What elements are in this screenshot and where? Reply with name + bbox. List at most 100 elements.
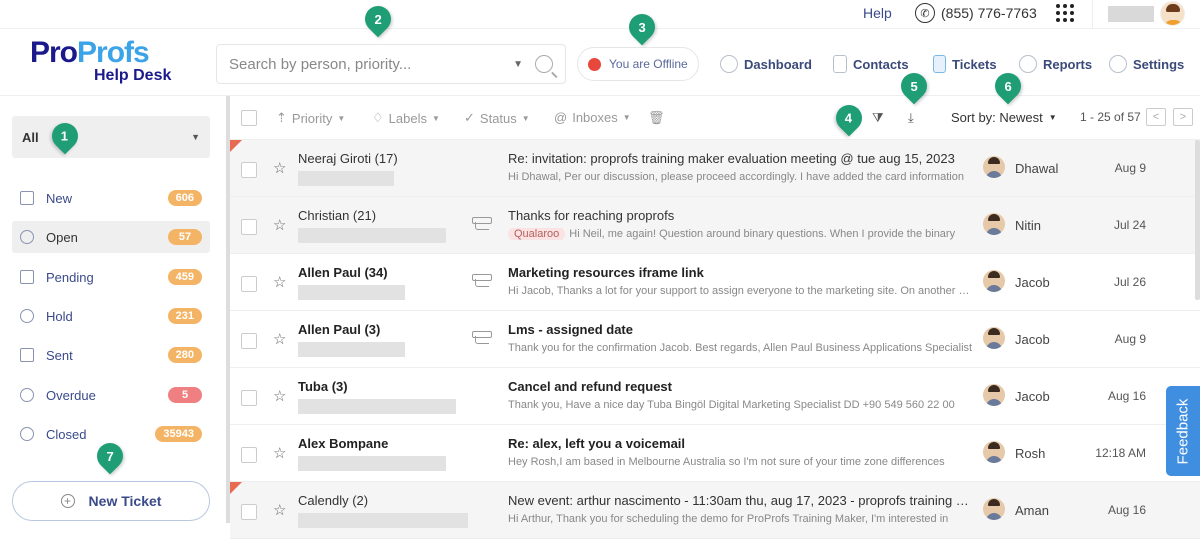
scrollbar[interactable] [1195, 140, 1200, 300]
next-page-button[interactable]: > [1173, 108, 1193, 126]
pie-chart-icon [1019, 55, 1037, 73]
view-filter-dropdown[interactable]: All ▼ [12, 116, 210, 158]
status-toggle[interactable]: You are Offline [577, 47, 699, 81]
sidebar-item-label: Pending [46, 269, 94, 285]
search-icon[interactable] [535, 55, 553, 73]
ticket-row[interactable]: ☆ Calendly (2) New event: arthur nasciment… [230, 482, 1200, 539]
star-icon[interactable]: ☆ [273, 444, 286, 462]
ticket-preview: Thank you, Have a nice day Tuba Bingöl D… [508, 399, 973, 411]
ticket-sender: Calendly (2) [298, 493, 369, 508]
sent-icon [20, 348, 34, 362]
redacted-email [298, 456, 446, 471]
apps-grid-icon[interactable] [1056, 4, 1074, 22]
sidebar-item-pending[interactable]: Pending 459 [12, 261, 210, 293]
row-checkbox[interactable] [241, 162, 257, 178]
row-checkbox[interactable] [241, 219, 257, 235]
sidebar-item-label: New [46, 190, 73, 206]
sidebar-item-label: Sent [46, 347, 73, 363]
star-icon[interactable]: ☆ [273, 387, 286, 405]
row-checkbox[interactable] [241, 504, 257, 520]
search-input[interactable] [229, 55, 514, 73]
sidebar-item-open[interactable]: Open 57 [12, 221, 210, 253]
ticket-subject[interactable]: Re: alex, left you a voicemail [508, 436, 973, 451]
ticket-date: Jul 24 [1113, 218, 1146, 232]
ticket-row[interactable]: ☆ Neeraj Giroti (17) Re: invitation: propr… [230, 140, 1200, 197]
agent-avatar [983, 156, 1005, 178]
user-avatar[interactable] [1160, 1, 1185, 26]
ticket-preview: Thank you for the confirmation Jacob. Be… [508, 342, 973, 354]
priority-filter[interactable]: ⇡ Priority ▼ [276, 110, 345, 126]
download-icon[interactable]: ⤓ [908, 110, 914, 126]
ticket-row[interactable]: ☆ Allen Paul (3) Lms - assigned date Thank … [230, 311, 1200, 368]
nav-settings[interactable]: Settings [1109, 54, 1184, 74]
ticket-subject[interactable]: Thanks for reaching proprofs [508, 208, 973, 223]
ticket-sender: Allen Paul (34) [298, 265, 388, 280]
ticket-subject[interactable]: Lms - assigned date [508, 322, 973, 337]
label-icon: ♢ [372, 110, 384, 125]
prev-page-button[interactable]: < [1146, 108, 1166, 126]
user-name-redacted [1108, 6, 1154, 22]
advanced-filter-icon[interactable]: ⧩ [872, 110, 884, 126]
row-checkbox[interactable] [241, 333, 257, 349]
ticket-preview: Hi Jacob, Thanks a lot for your support … [508, 285, 973, 297]
ticket-date: Aug 9 [1114, 332, 1146, 346]
preview-text: Hi Neil, me again! Question around binar… [569, 228, 956, 240]
nav-label: Tickets [952, 56, 997, 72]
chevron-down-icon: ▼ [431, 113, 440, 123]
open-envelope-icon [20, 230, 34, 244]
select-all-checkbox[interactable] [241, 110, 257, 126]
star-icon[interactable]: ☆ [273, 216, 286, 234]
at-icon: @ [554, 110, 568, 125]
sidebar-item-new[interactable]: New 606 [12, 182, 210, 214]
ticket-row[interactable]: ☆ Alex Bompane Re: alex, left you a voicem… [230, 425, 1200, 482]
preview-text: Thank you for the confirmation Jacob. Be… [508, 342, 973, 354]
row-checkbox[interactable] [241, 447, 257, 463]
ticket-row[interactable]: ☆ Allen Paul (34) Marketing resources ifra… [230, 254, 1200, 311]
nav-dashboard[interactable]: Dashboard [720, 54, 812, 74]
sidebar-item-overdue[interactable]: Overdue 5 [12, 379, 210, 411]
sidebar-item-label: Hold [46, 308, 73, 324]
ticket-subject[interactable]: Marketing resources iframe link [508, 265, 973, 280]
star-icon[interactable]: ☆ [273, 501, 286, 519]
row-checkbox[interactable] [241, 276, 257, 292]
sidebar-item-label: Overdue [46, 387, 96, 403]
new-ticket-button[interactable]: + New Ticket [12, 481, 210, 521]
logo[interactable]: ProProfs Help Desk [30, 36, 190, 85]
logo-profs: Profs [77, 36, 150, 69]
ticket-subject[interactable]: New event: arthur nascimento - 11:30am t… [508, 493, 973, 508]
ticket-date: Aug 16 [1107, 389, 1146, 403]
nav-contacts[interactable]: Contacts [833, 54, 909, 74]
star-icon[interactable]: ☆ [273, 159, 286, 177]
search-box[interactable]: ▼ [216, 44, 566, 84]
ticket-date: Jul 26 [1113, 275, 1146, 289]
trash-icon[interactable]: 🗑 [648, 110, 665, 126]
feedback-tab[interactable]: Feedback [1166, 386, 1200, 476]
sort-dropdown[interactable]: Sort by: Newest ▼ [951, 110, 1057, 125]
ticket-subject[interactable]: Cancel and refund request [508, 379, 973, 394]
phone-number[interactable]: ✆ (855) 776-7763 [915, 3, 1037, 23]
logo-pro: Pro [30, 36, 78, 69]
ticket-row[interactable]: ☆ Tuba (3) Cancel and refund request Thank … [230, 368, 1200, 425]
redacted-email [298, 285, 405, 300]
sidebar-item-sent[interactable]: Sent 280 [12, 339, 210, 371]
labels-filter[interactable]: ♢ Labels ▼ [372, 110, 440, 126]
inboxes-filter[interactable]: @ Inboxes ▼ [554, 110, 631, 125]
star-icon[interactable]: ☆ [273, 330, 286, 348]
phone-icon: ✆ [915, 3, 935, 23]
status-label: You are Offline [609, 57, 688, 71]
help-link[interactable]: Help [863, 5, 892, 21]
nav-reports[interactable]: Reports [1019, 54, 1092, 74]
ticket-row[interactable]: ☆ Christian (21) Thanks for reaching propr… [230, 197, 1200, 254]
status-filter[interactable]: ✓ Status ▼ [464, 110, 530, 126]
ticket-subject[interactable]: Re: invitation: proprofs training maker … [508, 151, 973, 166]
agent-name: Jacob [1015, 389, 1050, 404]
search-dropdown-caret-icon[interactable]: ▼ [513, 59, 523, 70]
ticket-sender: Tuba (3) [298, 379, 348, 394]
star-icon[interactable]: ☆ [273, 273, 286, 291]
agent-name: Rosh [1015, 446, 1046, 461]
agent-avatar [983, 270, 1005, 292]
nav-tickets[interactable]: Tickets [933, 54, 997, 74]
row-checkbox[interactable] [241, 390, 257, 406]
sidebar-item-hold[interactable]: Hold 231 [12, 300, 210, 332]
preview-text: Hi Arthur, Thank you for scheduling the … [508, 513, 949, 525]
